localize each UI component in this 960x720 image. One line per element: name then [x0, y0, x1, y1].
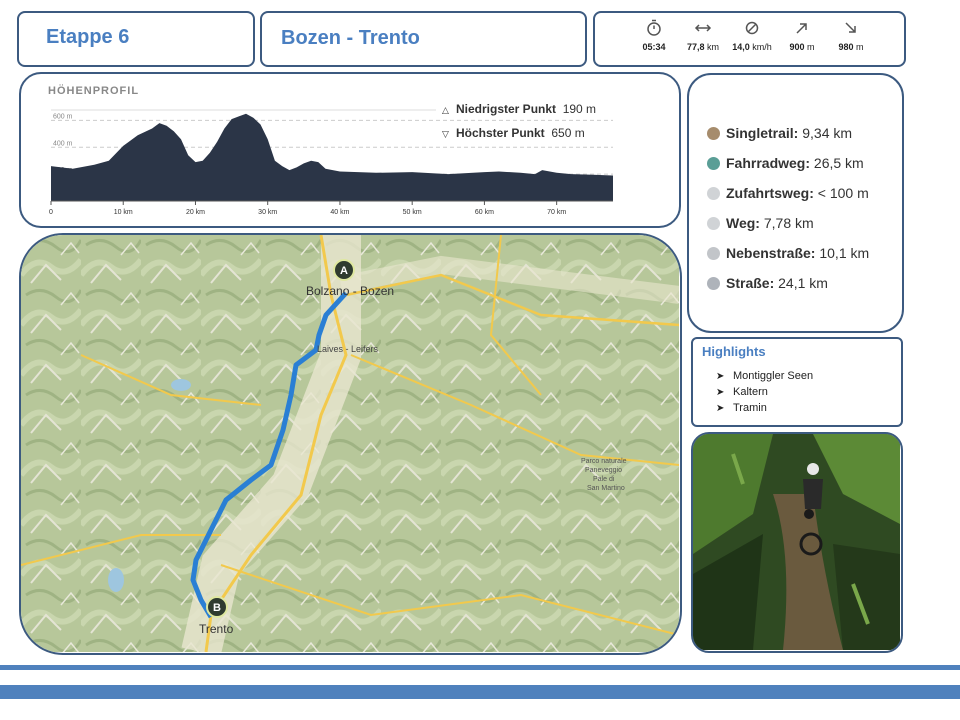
y-tick-label: 600 m — [53, 113, 73, 120]
map-label-park: Pale di — [593, 476, 615, 483]
stat-ascent-value: 900 — [789, 42, 805, 52]
footer-bar-thick — [0, 685, 960, 699]
start-marker[interactable]: A — [333, 259, 355, 281]
ascent-icon — [796, 23, 807, 34]
highlights-box: Highlights ➤ Montiggler Seen ➤ Kaltern ➤ Tr… — [691, 337, 903, 427]
x-tick-label: 10 km — [114, 209, 133, 216]
surface-dot — [707, 247, 720, 260]
x-tick-label: 20 km — [186, 209, 205, 216]
descent-icon — [845, 22, 856, 33]
highlight-item: ➤ Tramin — [716, 402, 767, 414]
surface-weg: Weg: 7,78 km — [707, 215, 814, 231]
arrow-right-icon: ➤ — [716, 371, 725, 382]
profile-chart: 200 m400 m600 m010 km20 km30 km40 km50 k… — [49, 109, 613, 216]
stat-descent: 980 m — [821, 19, 881, 52]
svg-text:B: B — [213, 602, 221, 614]
map-label-leifers: Laives - Leifers — [317, 344, 379, 354]
x-tick-label: 70 km — [547, 209, 566, 216]
x-tick-label: 60 km — [475, 209, 494, 216]
map-label-bozen: Bolzano - Bozen — [306, 284, 394, 298]
route-title: Bozen - Trento — [281, 27, 420, 49]
stat-speed-value: 14,0 — [732, 42, 750, 52]
highlight-item: ➤ Montiggler Seen — [716, 370, 814, 382]
arrow-right-icon: ➤ — [716, 403, 725, 414]
elevation-profile: HÖHENPROFIL △ Niedrigster Punkt 190 m ▽ Hö… — [19, 72, 681, 228]
svg-text:A: A — [340, 265, 348, 277]
footer-bar-thin — [0, 665, 960, 670]
stat-distance-value: 77,8 — [686, 42, 705, 52]
end-marker[interactable]: B — [206, 596, 228, 618]
highlights-title: Highlights — [702, 344, 766, 359]
elevation-area — [51, 113, 613, 201]
arrow-right-icon: ➤ — [716, 387, 725, 398]
map-label-park: Paneveggio — [585, 467, 622, 474]
x-tick-label: 0 — [49, 209, 53, 216]
route-title-box: Bozen - Trento — [260, 11, 587, 67]
map-canvas[interactable]: A B Bolzano - Bozen Laives - Leifers Tre… — [21, 235, 679, 652]
distance-icon — [694, 24, 712, 32]
stage-title-box: Etappe 6 — [17, 11, 255, 67]
map-label-park: Parco naturale — [581, 458, 627, 465]
surface-zufahrtsweg: Zufahrtsweg: < 100 m — [707, 185, 869, 201]
map-label-trento: Trento — [199, 622, 234, 636]
stopwatch-icon — [647, 19, 661, 36]
surface-strasse: Straße: 24,1 km — [707, 275, 828, 291]
highlight-item: ➤ Kaltern — [716, 386, 768, 398]
x-tick-label: 50 km — [403, 209, 422, 216]
lake — [108, 568, 124, 592]
lake — [171, 379, 191, 391]
surface-dot — [707, 157, 720, 170]
stat-duration-value: 05:34 — [642, 42, 666, 52]
surface-singletrail: Singletrail: 9,34 km — [707, 125, 852, 141]
surface-dot — [707, 277, 720, 290]
stat-descent-value: 980 — [838, 42, 854, 52]
tour-photo — [691, 432, 903, 653]
surface-dot — [707, 217, 720, 230]
speed-icon — [745, 21, 759, 35]
mountain-biker-photo — [693, 434, 900, 650]
x-tick-label: 30 km — [258, 209, 277, 216]
surface-nebenstrasse: Nebenstraße: 10,1 km — [707, 245, 869, 261]
surface-fahrradweg: Fahrradweg: 26,5 km — [707, 155, 864, 171]
tour-stats: 05:34 77,8 km 14,0 km/h 900 m 980 m — [593, 11, 906, 67]
surface-dot — [707, 187, 720, 200]
stage-title: Etappe 6 — [46, 26, 130, 48]
map-label-park: San Martino — [587, 485, 625, 492]
y-tick-label: 400 m — [53, 140, 73, 147]
surface-dot — [707, 127, 720, 140]
x-tick-label: 40 km — [330, 209, 349, 216]
route-map[interactable]: A B Bolzano - Bozen Laives - Leifers Tre… — [19, 233, 682, 655]
surface-breakdown: Singletrail: 9,34 km Fahrradweg: 26,5 km… — [687, 73, 904, 333]
